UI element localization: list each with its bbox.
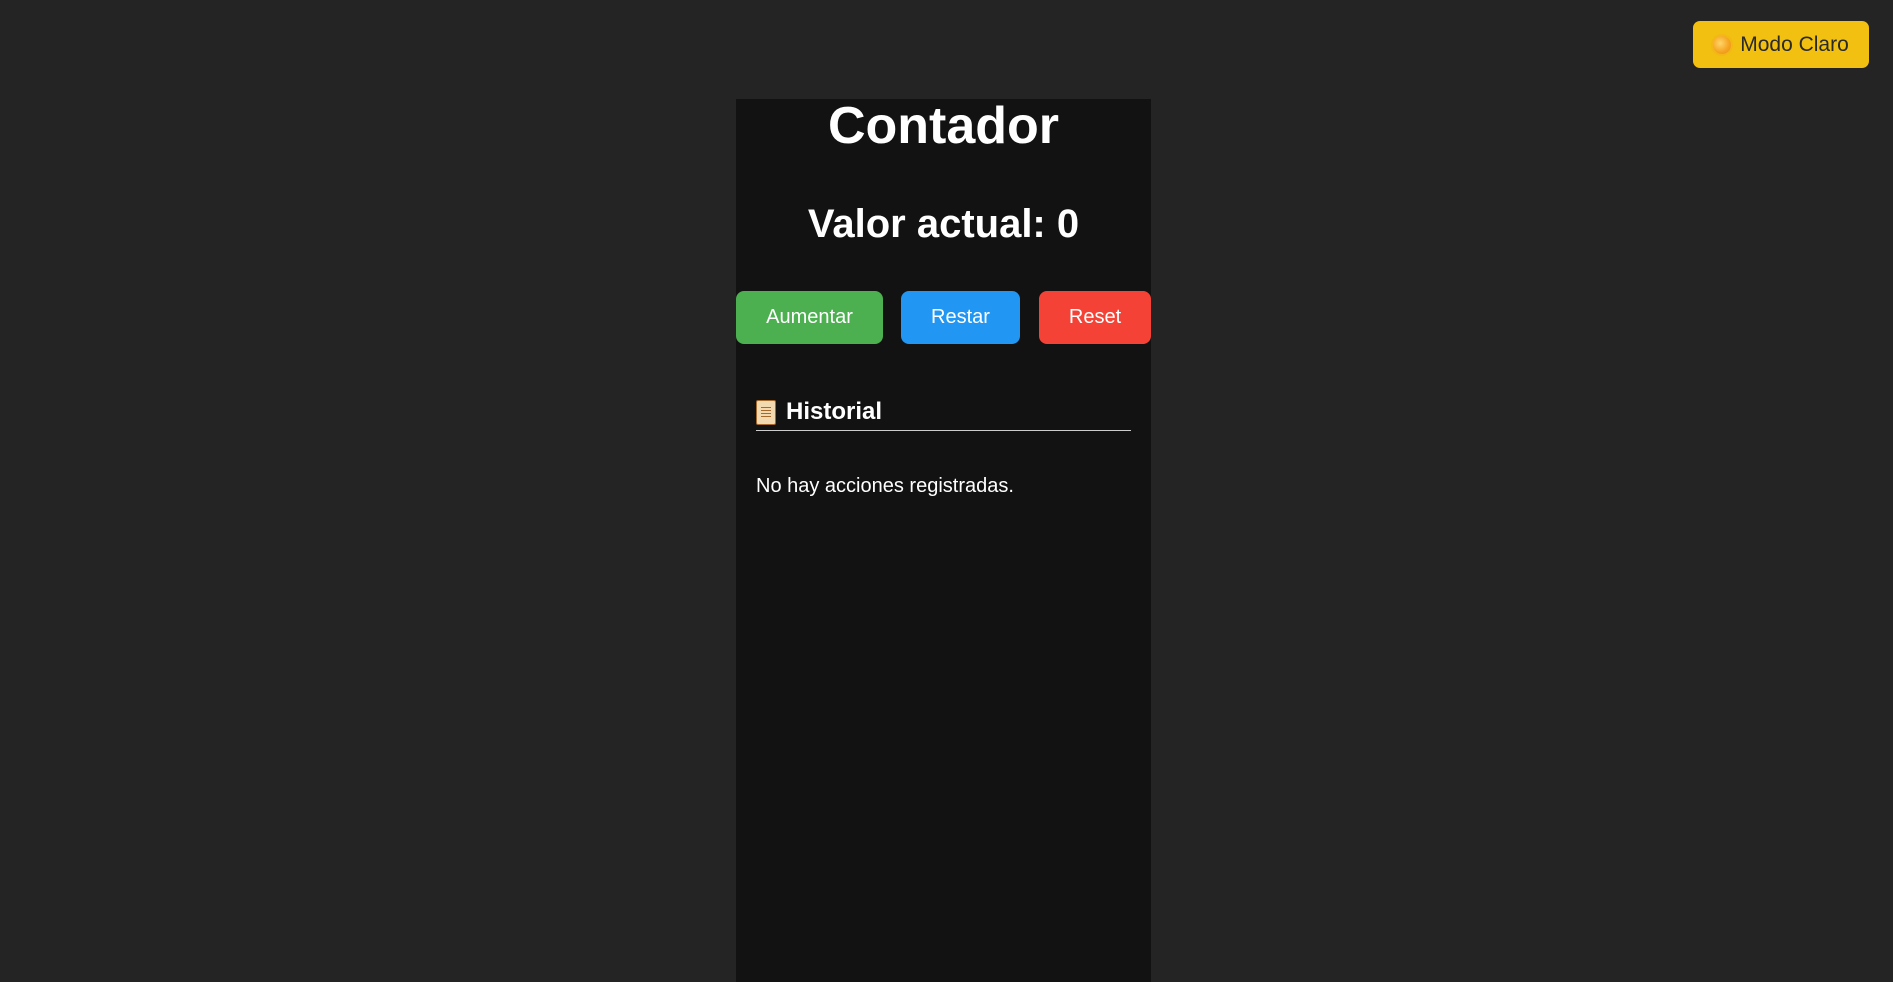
page-title: Contador	[827, 97, 1060, 155]
theme-toggle-label: Modo Claro	[1740, 32, 1849, 56]
history-title: Historial	[786, 398, 883, 425]
current-value: Valor actual: 0	[807, 202, 1080, 246]
history-header: Historial	[756, 394, 1131, 431]
theme-toggle-button[interactable]: Modo Claro	[1693, 21, 1869, 68]
scroll-icon	[756, 399, 776, 425]
history-empty-message: No hay acciones registradas.	[756, 475, 1014, 497]
sun-icon	[1713, 35, 1732, 54]
reset-button[interactable]: Reset	[1039, 291, 1151, 344]
page: Modo Claro Contador Valor actual: 0 Aume…	[0, 0, 1893, 982]
decrement-button[interactable]: Restar	[901, 291, 1020, 344]
increment-button[interactable]: Aumentar	[736, 291, 883, 344]
